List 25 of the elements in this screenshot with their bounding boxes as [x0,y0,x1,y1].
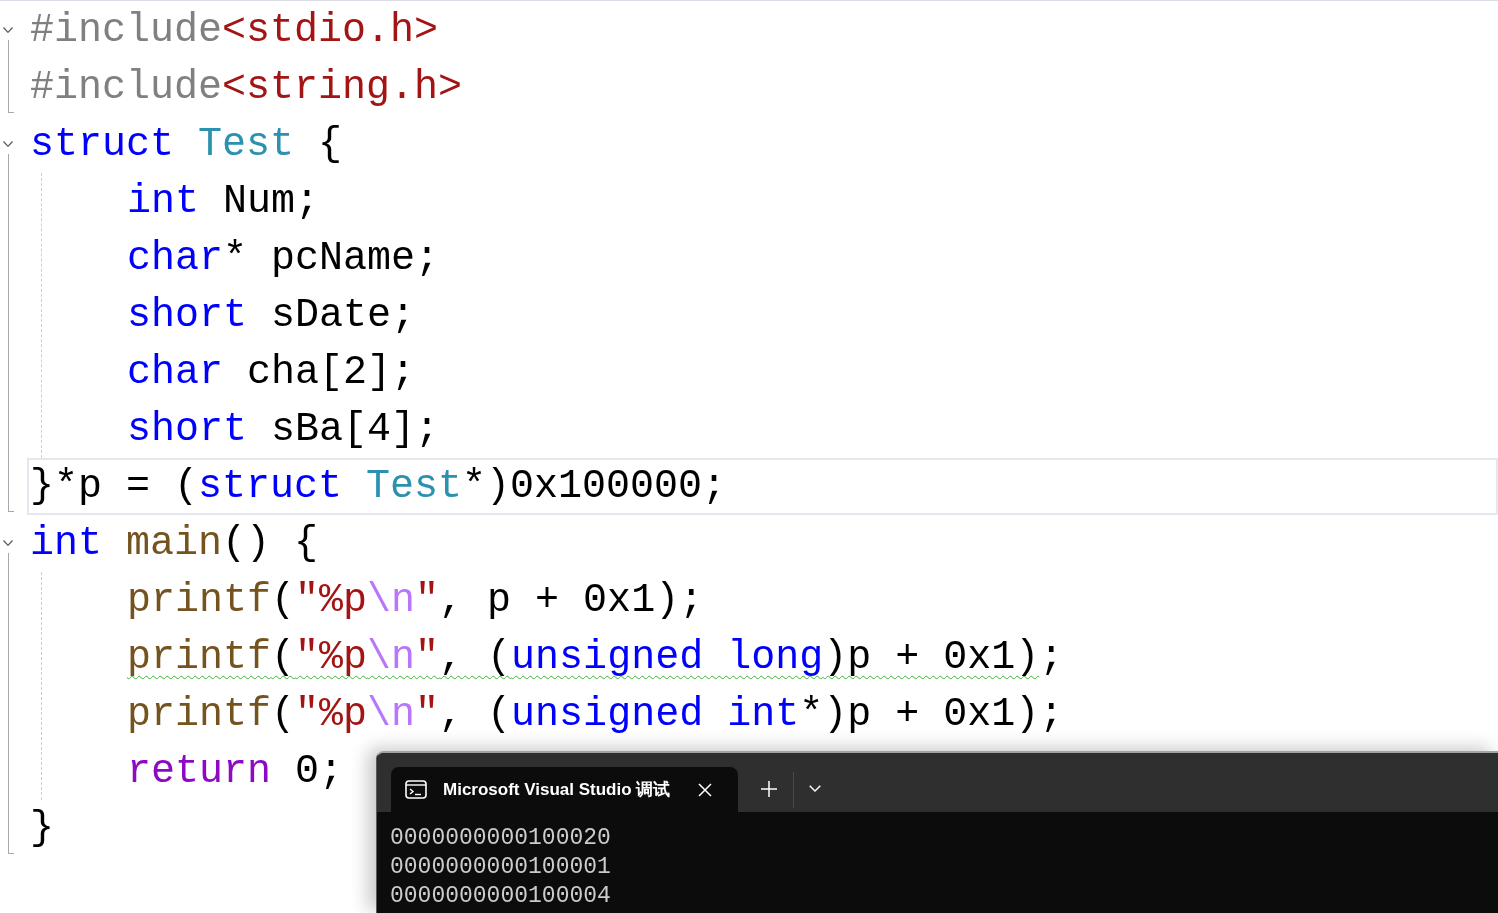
code-line: char* pcName; [127,234,440,283]
code-line: short sDate; [127,291,416,340]
code-line: int Num; [127,177,320,226]
code-line: char cha[2]; [127,348,416,397]
terminal-tab[interactable]: Microsoft Visual Studio 调试 [391,767,739,812]
chevron-down-icon[interactable] [3,27,13,33]
code-line: #include<stdio.h> [30,6,439,55]
code-line: }*p = (struct Test*)0x100000; [30,462,727,511]
output-line: 0000000000100004 [390,882,611,911]
code-line: printf("%p\n", (unsigned long)p + 0x1); [127,633,1064,682]
output-line: 0000000000100020 [390,824,611,853]
terminal-icon [405,780,427,799]
close-icon[interactable] [698,782,713,797]
chevron-down-icon[interactable] [3,540,13,546]
plus-icon[interactable] [761,781,778,797]
code-line: int main() { [30,519,319,568]
code-line: printf("%p\n", p + 0x1); [127,576,704,625]
code-line: return 0; [127,747,344,796]
code-line: short sBa[4]; [127,405,440,454]
code-line: } [30,804,54,853]
code-line: printf("%p\n", (unsigned int*)p + 0x1); [127,690,1064,739]
code-line: #include<string.h> [30,63,463,112]
output-line: 0000000000100001 [390,853,611,882]
code-line: struct Test { [30,120,343,169]
chevron-down-icon[interactable] [3,141,13,147]
